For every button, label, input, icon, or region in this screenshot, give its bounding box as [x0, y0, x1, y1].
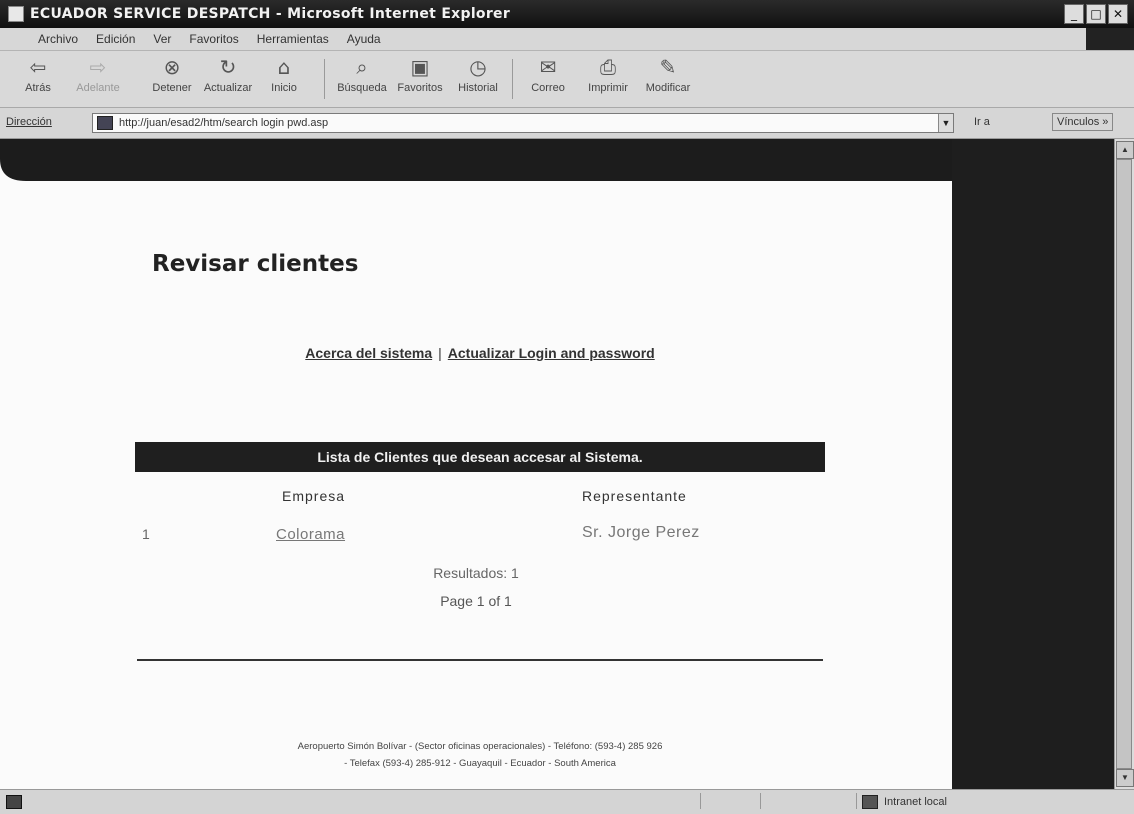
search-icon: ⌕ [356, 55, 368, 79]
minimize-button[interactable]: _ [1064, 4, 1084, 24]
back-button[interactable]: ⇦ Atrás [10, 55, 66, 103]
scroll-down-arrow-icon[interactable]: ▼ [1116, 769, 1134, 787]
footer-divider [137, 659, 823, 661]
menu-ver[interactable]: Ver [151, 32, 173, 46]
forward-label: Adelante [76, 82, 120, 94]
favorites-label: Favoritos [397, 82, 443, 94]
client-company-link[interactable]: Colorama [276, 526, 345, 543]
title-bar: ECUADOR SERVICE DESPATCH - Microsoft Int… [0, 0, 1134, 28]
history-icon: ◷ [469, 55, 487, 79]
address-dropdown-icon[interactable]: ▼ [938, 114, 953, 132]
menu-archivo[interactable]: Archivo [36, 32, 80, 46]
home-label: Inicio [271, 82, 297, 94]
refresh-icon: ↻ [219, 55, 237, 79]
stop-label: Detener [152, 82, 192, 94]
right-dark-panel [952, 139, 1114, 789]
mail-button[interactable]: ✉ Correo [520, 55, 576, 103]
page-done-icon [6, 795, 22, 809]
toolbar-separator [512, 59, 513, 99]
status-bar: Intranet local [0, 789, 1134, 814]
back-arrow-icon: ⇦ [29, 55, 47, 79]
intranet-zone-icon [862, 795, 878, 809]
mail-icon: ✉ [539, 55, 557, 79]
row-number: 1 [142, 526, 150, 542]
menu-herramientas[interactable]: Herramientas [255, 32, 331, 46]
edit-label: Modificar [645, 82, 691, 94]
column-representante: Representante [582, 488, 687, 504]
menu-edicion[interactable]: Edición [94, 32, 137, 46]
search-button[interactable]: ⌕ Búsqueda [334, 55, 390, 103]
zone-label: Intranet local [884, 796, 947, 808]
print-button[interactable]: ⎙ Imprimir [580, 55, 636, 103]
stop-button[interactable]: ⊗ Detener [144, 55, 200, 103]
go-button[interactable]: Ir a [974, 116, 990, 128]
forward-button[interactable]: ⇨ Adelante [70, 55, 126, 103]
footer-contact: - Telefax (593-4) 285-912 - Guayaquil - … [344, 758, 616, 769]
home-icon: ⌂ [277, 55, 291, 79]
home-button[interactable]: ⌂ Inicio [256, 55, 312, 103]
history-button[interactable]: ◷ Historial [450, 55, 506, 103]
vertical-scrollbar[interactable]: ▲ ▼ [1114, 139, 1134, 789]
column-empresa: Empresa [282, 488, 346, 504]
refresh-button[interactable]: ↻ Actualizar [200, 55, 256, 103]
window-controls: _ □ ✕ [1064, 4, 1128, 24]
edit-page-icon: ✎ [659, 55, 677, 79]
print-label: Imprimir [588, 82, 628, 94]
menu-ayuda[interactable]: Ayuda [345, 32, 383, 46]
address-bar: Dirección http://juan/esad2/htm/search l… [0, 108, 1134, 139]
windows-logo-throbber [1086, 28, 1134, 50]
forward-arrow-icon: ⇨ [89, 55, 107, 79]
about-system-link[interactable]: Acerca del sistema [305, 345, 432, 361]
header-band [0, 139, 1114, 185]
footer-address: Aeropuerto Simón Bolívar - (Sector ofici… [297, 741, 663, 752]
security-zone: Intranet local [862, 795, 947, 809]
favorites-folder-icon: ▣ [410, 55, 430, 79]
maximize-button[interactable]: □ [1086, 4, 1106, 24]
history-label: Historial [458, 82, 498, 94]
address-url: http://juan/esad2/htm/search login pwd.a… [119, 117, 329, 129]
toolbar: ⇦ Atrás ⇨ Adelante ⊗ Detener ↻ Actualiza… [0, 51, 1134, 108]
edit-button[interactable]: ✎ Modificar [640, 55, 696, 103]
stop-icon: ⊗ [163, 55, 181, 79]
status-cell [856, 793, 857, 809]
mail-label: Correo [531, 82, 565, 94]
refresh-label: Actualizar [203, 82, 253, 94]
results-count: Resultados: 1 [433, 565, 519, 581]
back-label: Atrás [25, 82, 51, 94]
status-cell [760, 793, 761, 809]
address-input[interactable]: http://juan/esad2/htm/search login pwd.a… [92, 113, 954, 133]
search-label: Búsqueda [337, 82, 387, 94]
toolbar-separator [324, 59, 325, 99]
page-content: Revisar clientes Acerca del sistema | Actu… [0, 139, 1114, 789]
client-list-header: Lista de Clientes que desean accesar al … [135, 442, 825, 472]
scroll-up-arrow-icon[interactable]: ▲ [1116, 141, 1134, 159]
menu-favoritos[interactable]: Favoritos [187, 32, 240, 46]
window-title: ECUADOR SERVICE DESPATCH - Microsoft Int… [30, 6, 511, 22]
ie-app-icon [8, 6, 24, 22]
status-cell [700, 793, 701, 809]
nav-separator: | [438, 345, 442, 361]
links-button[interactable]: Vínculos » [1052, 113, 1114, 131]
printer-icon: ⎙ [600, 55, 616, 79]
client-representative: Sr. Jorge Perez [582, 524, 700, 541]
header-curve [0, 159, 952, 185]
favorites-button[interactable]: ▣ Favoritos [392, 55, 448, 103]
page-nav: Acerca del sistema | Actualizar Login and … [0, 345, 960, 361]
address-label: Dirección [6, 116, 52, 128]
page-body: Revisar clientes Acerca del sistema | Actu… [0, 181, 952, 789]
close-button[interactable]: ✕ [1108, 4, 1128, 24]
page-title: Revisar clientes [152, 251, 359, 277]
scroll-thumb[interactable] [1116, 159, 1132, 769]
update-login-link[interactable]: Actualizar Login and password [448, 345, 655, 361]
page-icon [97, 116, 113, 130]
menu-bar: Archivo Edición Ver Favoritos Herramient… [0, 28, 1134, 51]
pagination-info: Page 1 of 1 [440, 593, 512, 609]
